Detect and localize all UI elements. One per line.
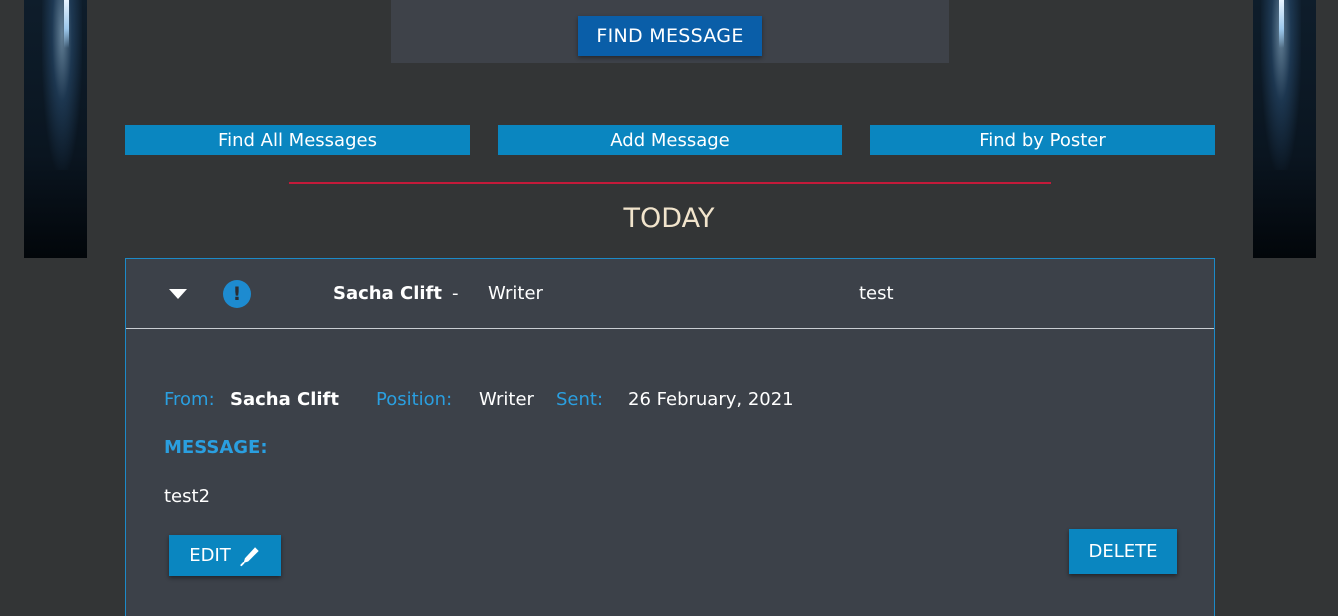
edit-button-label: EDIT <box>189 545 231 566</box>
poster-name: Sacha Clift <box>333 283 442 304</box>
banner-glow <box>42 0 82 170</box>
edit-button[interactable]: EDIT <box>169 535 281 576</box>
message-card: ! Sacha Clift - Writer test From: Sacha … <box>125 258 1215 616</box>
priority-glyph: ! <box>232 283 242 305</box>
chevron-down-icon[interactable] <box>169 289 187 299</box>
banner-light-streak <box>64 0 69 48</box>
position-label: Position: <box>376 389 453 410</box>
add-message-button[interactable]: Add Message <box>498 125 842 155</box>
banner-light-streak <box>1279 0 1284 48</box>
delete-button[interactable]: DELETE <box>1069 529 1177 574</box>
message-body: test2 <box>164 486 211 507</box>
position-value: Writer <box>479 389 534 410</box>
find-all-messages-button[interactable]: Find All Messages <box>125 125 470 155</box>
section-title: TODAY <box>623 203 715 234</box>
from-label: From: <box>164 389 215 410</box>
message-subject: test <box>859 283 894 304</box>
section-divider <box>289 182 1051 184</box>
sent-date: 26 February, 2021 <box>628 389 794 410</box>
message-card-header[interactable]: ! Sacha Clift - Writer test <box>126 259 1214 329</box>
sent-label: Sent: <box>556 389 604 410</box>
pen-icon <box>240 546 259 566</box>
find-message-button[interactable]: FIND MESSAGE <box>578 16 762 56</box>
find-by-poster-button[interactable]: Find by Poster <box>870 125 1215 155</box>
poster-position: Writer <box>488 283 543 304</box>
from-value: Sacha Clift <box>230 389 339 410</box>
exclamation-circle-icon: ! <box>223 280 251 308</box>
header-separator: - <box>452 283 459 304</box>
message-label: MESSAGE: <box>164 437 268 458</box>
